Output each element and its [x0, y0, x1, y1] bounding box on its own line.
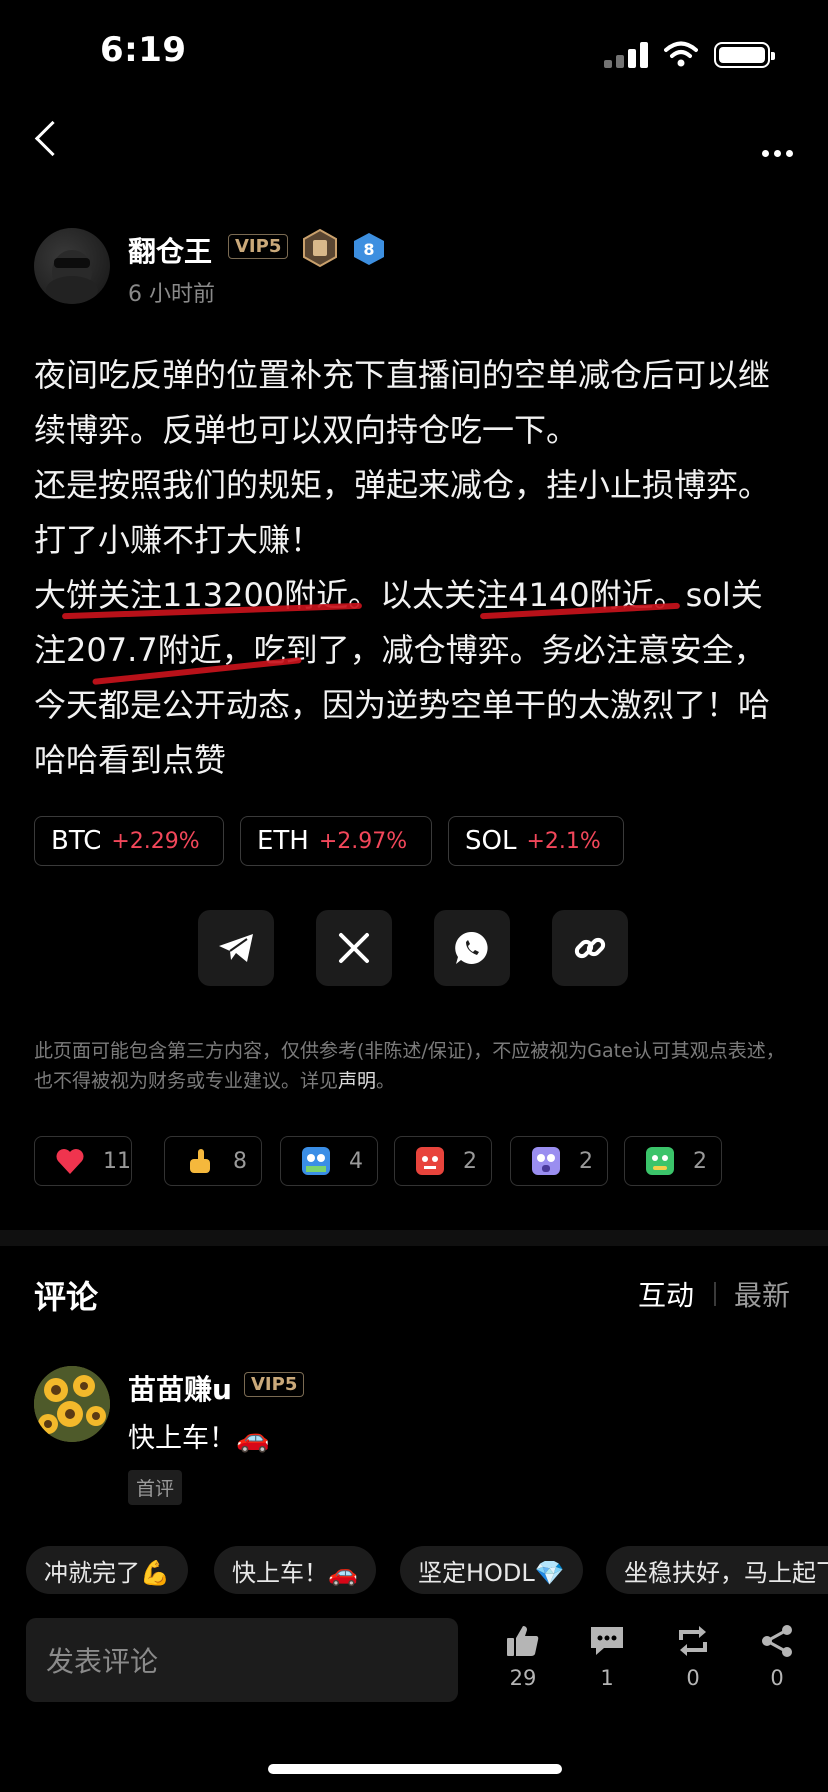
thumbs-up-icon [507, 1626, 539, 1656]
commenter-name[interactable]: 苗苗赚u [128, 1368, 232, 1408]
author-avatar[interactable] [34, 228, 110, 304]
repost-button[interactable]: 0 [658, 1624, 728, 1690]
comment-button[interactable]: 1 [572, 1624, 642, 1690]
reaction-sick[interactable]: 2 [624, 1136, 722, 1186]
vip-badge: VIP5 [228, 234, 289, 259]
commenter-avatar[interactable] [34, 1366, 110, 1442]
quick-reply-chip[interactable]: 快上车！🚗 [214, 1546, 376, 1594]
reaction-count: 4 [349, 1148, 363, 1174]
post-paragraph: 还是按照我们的规矩，弹起来减仓，挂小止损博弈。打了小赚不打大赚！ [34, 466, 771, 559]
share-count: 0 [770, 1666, 784, 1690]
share-button[interactable]: 0 [742, 1624, 812, 1690]
comments-title: 评论 [34, 1278, 99, 1316]
ticker-change: +2.1% [526, 828, 601, 854]
share-icon [762, 1625, 792, 1657]
more-options-icon[interactable] [762, 142, 798, 161]
post-paragraph: 夜间吃反弹的位置补充下直播间的空单减仓后可以继续博弈。反弹也可以双向持仓吃一下。 [34, 356, 771, 449]
repost-icon [679, 1626, 707, 1656]
angry-emoji-icon [415, 1146, 445, 1176]
share-whatsapp-button[interactable] [434, 910, 510, 986]
level-number: 8 [363, 240, 374, 259]
thumbs-up-icon [185, 1146, 215, 1176]
reaction-thumbs-up[interactable]: 8 [164, 1136, 262, 1186]
disclaimer: 此页面可能包含第三方内容，仅供参考(非陈述/保证)，不应被视为Gate认可其观点… [34, 1036, 794, 1096]
reaction-count: 2 [579, 1148, 593, 1174]
share-x-button[interactable] [316, 910, 392, 986]
telegram-icon [219, 934, 253, 962]
home-indicator [268, 1764, 562, 1774]
sick-emoji-icon [645, 1146, 675, 1176]
reaction-angry[interactable]: 2 [394, 1136, 492, 1186]
disclaimer-end: 。 [376, 1070, 396, 1092]
comment-input[interactable]: 发表评论 [26, 1618, 458, 1702]
wifi-icon [664, 41, 698, 67]
post-time: 6 小时前 [128, 282, 215, 307]
battery-icon [714, 42, 775, 68]
reaction-hodl[interactable]: 4 [280, 1136, 378, 1186]
ticker-change: +2.97% [318, 828, 408, 854]
tab-latest[interactable]: 最新 [734, 1274, 790, 1314]
back-icon[interactable] [34, 120, 71, 157]
comment-count: 1 [600, 1666, 614, 1690]
disclaimer-text: 此页面可能包含第三方内容，仅供参考(非陈述/保证)，不应被视为Gate认可其观点… [34, 1040, 785, 1092]
ticker-btc[interactable]: BTC +2.29% [34, 816, 224, 866]
ticker-symbol: SOL [465, 826, 517, 856]
quick-reply-chip[interactable]: 冲就完了💪 [26, 1546, 188, 1594]
disclaimer-link[interactable]: 声明 [338, 1070, 376, 1092]
post-content: 夜间吃反弹的位置补充下直播间的空单减仓后可以继续博弈。反弹也可以双向持仓吃一下。… [34, 348, 794, 788]
cellular-signal-icon [604, 42, 648, 68]
link-icon [574, 937, 606, 959]
ticker-symbol: ETH [257, 826, 309, 856]
like-count: 29 [509, 1666, 537, 1690]
repost-count: 0 [686, 1666, 700, 1690]
quick-reply-chip[interactable]: 坐稳扶好，马上起飞 [606, 1546, 828, 1594]
ticker-symbol: BTC [51, 826, 102, 856]
x-icon [339, 933, 369, 963]
share-link-button[interactable] [552, 910, 628, 986]
reaction-count: 2 [463, 1148, 477, 1174]
comment-text: 快上车！🚗 [128, 1423, 270, 1454]
tab-divider [714, 1282, 716, 1306]
reaction-count: 11 [103, 1148, 131, 1174]
share-telegram-button[interactable] [198, 910, 274, 986]
hodl-emoji-icon [301, 1146, 331, 1176]
ticker-eth[interactable]: ETH +2.97% [240, 816, 432, 866]
ticker-sol[interactable]: SOL +2.1% [448, 816, 624, 866]
first-comment-tag: 首评 [128, 1470, 183, 1505]
quick-reply-chip[interactable]: 坚定HODL💎 [400, 1546, 583, 1594]
ticker-change: +2.29% [111, 828, 200, 854]
comment-icon [591, 1627, 623, 1655]
reaction-count: 8 [233, 1148, 247, 1174]
vip-badge: VIP5 [244, 1372, 305, 1397]
reaction-count: 2 [693, 1148, 707, 1174]
shocked-emoji-icon [531, 1146, 561, 1176]
medal-badge-icon [303, 228, 337, 268]
status-time: 6:19 [100, 30, 187, 70]
like-button[interactable]: 29 [488, 1624, 558, 1690]
section-divider [0, 1230, 828, 1246]
heart-icon [55, 1146, 85, 1176]
level-badge-icon: 8 [354, 233, 384, 265]
reaction-heart[interactable]: 11 [34, 1136, 132, 1186]
whatsapp-icon [455, 931, 488, 964]
tab-interaction[interactable]: 互动 [638, 1274, 694, 1314]
author-name[interactable]: 翻仓王 [128, 230, 212, 270]
reaction-shocked[interactable]: 2 [510, 1136, 608, 1186]
